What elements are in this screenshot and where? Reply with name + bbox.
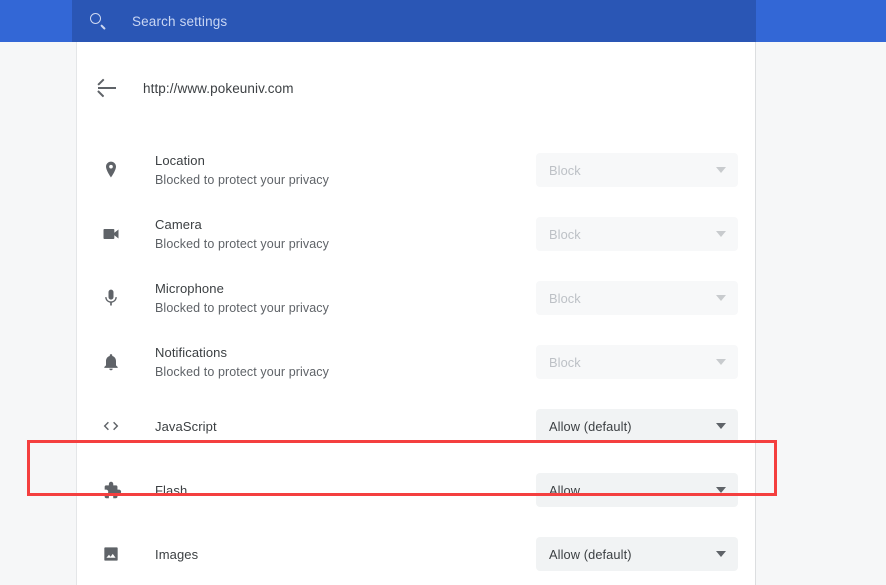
puzzle-piece-icon — [99, 478, 123, 502]
chevron-down-icon — [716, 423, 726, 429]
permission-title: Notifications — [155, 344, 228, 360]
permission-row: Location Blocked to protect your privacy B… — [77, 138, 757, 202]
permission-text-group: Images — [155, 545, 536, 564]
permission-title: Flash — [155, 482, 188, 498]
bell-icon — [99, 350, 123, 374]
permission-select-value: Block — [549, 162, 581, 178]
back-button[interactable] — [87, 68, 127, 108]
permission-select[interactable]: Allow (default) — [536, 537, 738, 571]
permission-title: Images — [155, 546, 199, 562]
site-header: http://www.pokeuniv.com — [77, 62, 757, 114]
permission-text-group: JavaScript — [155, 417, 536, 436]
image-icon — [99, 542, 123, 566]
permission-select-value: Block — [549, 354, 581, 370]
location-pin-icon — [99, 158, 123, 182]
code-brackets-icon — [99, 414, 123, 438]
chevron-down-icon — [716, 231, 726, 237]
permission-select: Block — [536, 217, 738, 251]
permission-select-value: Block — [549, 226, 581, 242]
search-input[interactable]: Search settings — [132, 14, 227, 29]
permission-subtitle: Blocked to protect your privacy — [155, 236, 330, 251]
site-url-label: http://www.pokeuniv.com — [143, 80, 294, 96]
permission-text-group: Microphone Blocked to protect your privac… — [155, 279, 536, 318]
permission-text-group: Flash — [155, 481, 536, 500]
permission-select[interactable]: Allow — [536, 473, 738, 507]
permission-row: Camera Blocked to protect your privacy Blo… — [77, 202, 757, 266]
permission-select: Block — [536, 153, 738, 187]
chevron-down-icon — [716, 551, 726, 557]
chevron-down-icon — [716, 487, 726, 493]
microphone-icon — [99, 286, 123, 310]
permission-title: Microphone — [155, 280, 224, 296]
permission-text-group: Camera Blocked to protect your privacy — [155, 215, 536, 254]
settings-card: http://www.pokeuniv.com Location Blocked … — [76, 42, 756, 585]
permission-select-value: Allow (default) — [549, 418, 632, 434]
permission-row: Flash Allow — [77, 458, 757, 522]
permission-title: Location — [155, 152, 205, 168]
chevron-down-icon — [716, 167, 726, 173]
permission-select-value: Allow — [549, 482, 581, 498]
permission-subtitle: Blocked to protect your privacy — [155, 172, 330, 187]
arrow-left-icon — [97, 78, 117, 98]
chevron-down-icon — [716, 359, 726, 365]
permission-subtitle: Blocked to protect your privacy — [155, 300, 330, 315]
permission-row: Notifications Blocked to protect your pri… — [77, 330, 757, 394]
permission-title: Camera — [155, 216, 202, 232]
permission-subtitle: Blocked to protect your privacy — [155, 364, 330, 379]
permission-list: Location Blocked to protect your privacy B… — [77, 138, 757, 585]
permission-title: JavaScript — [155, 418, 217, 434]
permission-select-value: Allow (default) — [549, 546, 632, 562]
permission-row: JavaScript Allow (default) — [77, 394, 757, 458]
permission-select-value: Block — [549, 290, 581, 306]
top-blue-bar: Search settings — [0, 0, 886, 42]
permission-select[interactable]: Allow (default) — [536, 409, 738, 443]
permission-row: Images Allow (default) — [77, 522, 757, 585]
permission-text-group: Notifications Blocked to protect your pri… — [155, 343, 536, 382]
permission-select: Block — [536, 281, 738, 315]
camera-icon — [99, 222, 123, 246]
search-icon — [89, 12, 107, 30]
chevron-down-icon — [716, 295, 726, 301]
permission-select: Block — [536, 345, 738, 379]
permission-row: Microphone Blocked to protect your privac… — [77, 266, 757, 330]
search-settings-box[interactable]: Search settings — [72, 0, 756, 42]
permission-text-group: Location Blocked to protect your privacy — [155, 151, 536, 190]
